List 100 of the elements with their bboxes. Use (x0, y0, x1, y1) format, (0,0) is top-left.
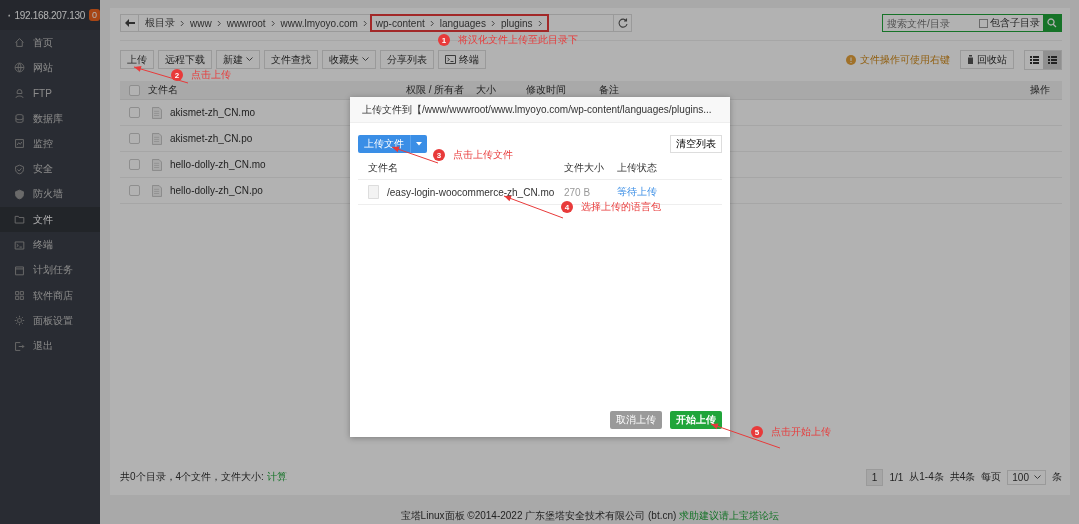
file-name[interactable]: akismet-zh_CN.mo (170, 107, 256, 118)
grid-view-icon (1029, 55, 1039, 64)
settings-icon (14, 315, 25, 327)
search-icon (1047, 18, 1057, 28)
info-icon (846, 54, 856, 65)
per-page-select[interactable]: 100 (1007, 469, 1046, 485)
file-icon (152, 132, 162, 145)
chevron-icon (180, 19, 185, 27)
terminal-icon (445, 55, 456, 64)
breadcrumb-link[interactable]: www.lmyoyo.com (280, 17, 358, 29)
view-toggle[interactable] (1043, 50, 1061, 69)
chevron-icon (537, 19, 543, 27)
shield-icon (14, 188, 25, 200)
upload-dropdown-button[interactable] (410, 135, 427, 153)
current-page[interactable]: 1 (865, 468, 884, 486)
upload-status: 等待上传 (617, 185, 658, 199)
column-header: 修改时间 (526, 83, 567, 97)
file-size: 270 B (564, 186, 592, 198)
column-header: 操作 (1030, 83, 1051, 97)
breadcrumb-link[interactable]: www (190, 17, 212, 29)
row-checkbox[interactable] (128, 133, 140, 144)
chart-icon (14, 138, 25, 150)
column-header: 权限 / 所有者 (406, 83, 466, 97)
include-subdirs-checkbox[interactable]: 包含子目录 (979, 15, 1043, 31)
server-ip: 192.168.207.130 (14, 9, 85, 21)
select-all-checkbox[interactable] (128, 84, 140, 96)
back-arrow-icon (124, 19, 135, 27)
sidebar-item[interactable]: 面板设置 (0, 308, 100, 334)
caret-icon (1034, 474, 1041, 480)
refresh-icon (617, 18, 628, 28)
column-header: 文件名 (148, 83, 179, 97)
recycle-bin-button[interactable]: 回收站 (960, 50, 1014, 69)
row-range: 从1-4条 (909, 470, 944, 484)
file-name[interactable]: hello-dolly-zh_CN.mo (170, 159, 266, 170)
annotation-arrow (710, 423, 781, 449)
page-count: 1/1 (889, 471, 904, 483)
home-icon (14, 37, 25, 49)
chevron-icon (429, 19, 435, 27)
toolbar-button[interactable]: 新建 (216, 50, 260, 69)
sidebar-item[interactable]: 软件商店 (0, 282, 100, 309)
column-header: 文件大小 (564, 161, 605, 175)
breadcrumb-link[interactable]: wp-content (375, 17, 425, 29)
caret-icon (416, 142, 422, 146)
sidebar-item[interactable]: 文件 (0, 207, 100, 233)
per-page-label: 每页 (981, 470, 1002, 484)
file-icon (368, 185, 379, 199)
sidebar-item[interactable]: 计划任务 (0, 257, 100, 283)
search-field[interactable]: 搜索文件/目录 包含子目录 (882, 14, 1062, 32)
breadcrumb-link[interactable]: languages (439, 17, 486, 29)
file-name[interactable]: akismet-zh_CN.po (170, 133, 253, 144)
sidebar-item[interactable]: 数据库 (0, 105, 100, 132)
breadcrumb-link[interactable]: wwwroot (226, 17, 266, 29)
toolbar-button[interactable]: 终端 (438, 50, 486, 69)
folder-icon (14, 214, 25, 226)
sidebar-item[interactable]: 安全 (0, 156, 100, 182)
file-name[interactable]: hello-dolly-zh_CN.po (170, 185, 263, 196)
toolbar-button[interactable]: 收藏夹 (322, 50, 376, 69)
breadcrumb-link[interactable]: plugins (500, 17, 533, 29)
file-icon (152, 158, 162, 171)
toolbar-button[interactable]: 文件查找 (264, 50, 318, 69)
toolbar-button[interactable]: 远程下载 (158, 50, 212, 69)
total-count: 共4条 (949, 470, 976, 484)
sidebar-item[interactable]: FTP (0, 80, 100, 106)
directory-summary: 共0个目录，4个文件，文件大小: (120, 470, 264, 484)
chevron-icon (362, 19, 368, 27)
grid-icon (14, 290, 25, 302)
shield-icon (14, 163, 25, 175)
sidebar-item[interactable]: 退出 (0, 333, 100, 359)
refresh-button[interactable] (613, 15, 631, 31)
annotation-text: 将汉化文件上传至此目录下 (458, 33, 578, 47)
dialog-title: 上传文件到【/www/wwwroot/www.lmyoyo.com/wp-content/languages/plugins... (362, 102, 712, 117)
toolbar-button[interactable]: 分享列表 (380, 50, 434, 69)
chevron-icon (490, 19, 496, 27)
search-button[interactable] (1043, 15, 1061, 31)
caret-icon (246, 57, 253, 62)
trash-icon (967, 55, 974, 64)
breadcrumb-link[interactable]: 根目录 (145, 16, 175, 30)
clear-list-button[interactable]: 清空列表 (670, 135, 722, 153)
column-header: 大小 (476, 83, 497, 97)
sidebar-item[interactable]: 首页 (0, 30, 100, 56)
sidebar-item[interactable]: 网站 (0, 55, 100, 81)
column-header: 文件名 (367, 161, 399, 175)
annotation-arrow (133, 66, 189, 84)
sidebar-item[interactable]: 监控 (0, 131, 100, 157)
annotation-text: 点击上传文件 (453, 148, 513, 162)
caret-icon (362, 57, 369, 62)
right-click-hint: 文件操作可使用右键 (860, 52, 950, 67)
copyright-text: 宝塔Linux面板 ©2014-2022 广东堡塔安全技术有限公司 (bt.cn) (400, 509, 677, 523)
row-checkbox[interactable] (128, 185, 140, 196)
terminal-icon (14, 239, 25, 251)
row-checkbox[interactable] (128, 107, 140, 118)
annotation-text: 点击上传 (191, 68, 231, 82)
person-icon (14, 87, 25, 99)
sidebar-item[interactable]: 终端 (0, 232, 100, 258)
row-checkbox[interactable] (128, 159, 140, 170)
toolbar-button[interactable]: 上传 (120, 50, 154, 69)
column-header: 备注 (599, 83, 620, 97)
logout-icon (14, 340, 25, 352)
annotation-text: 点击开始上传 (771, 425, 831, 439)
per-page-unit: 条 (1052, 470, 1062, 484)
